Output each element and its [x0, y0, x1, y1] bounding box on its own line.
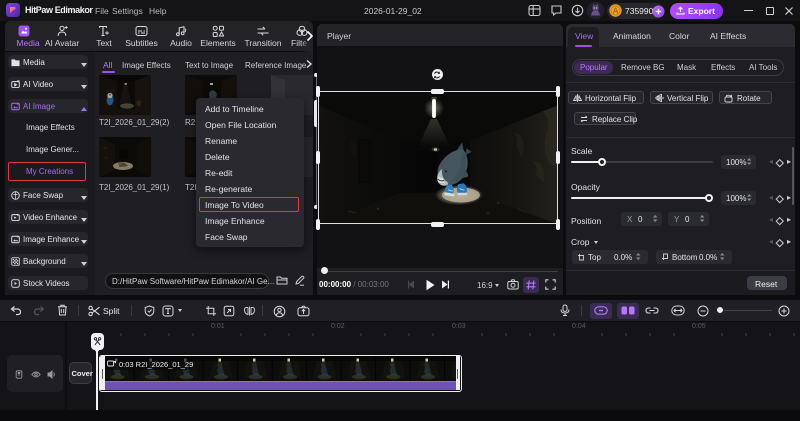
svg-text:A: A: [613, 6, 619, 15]
